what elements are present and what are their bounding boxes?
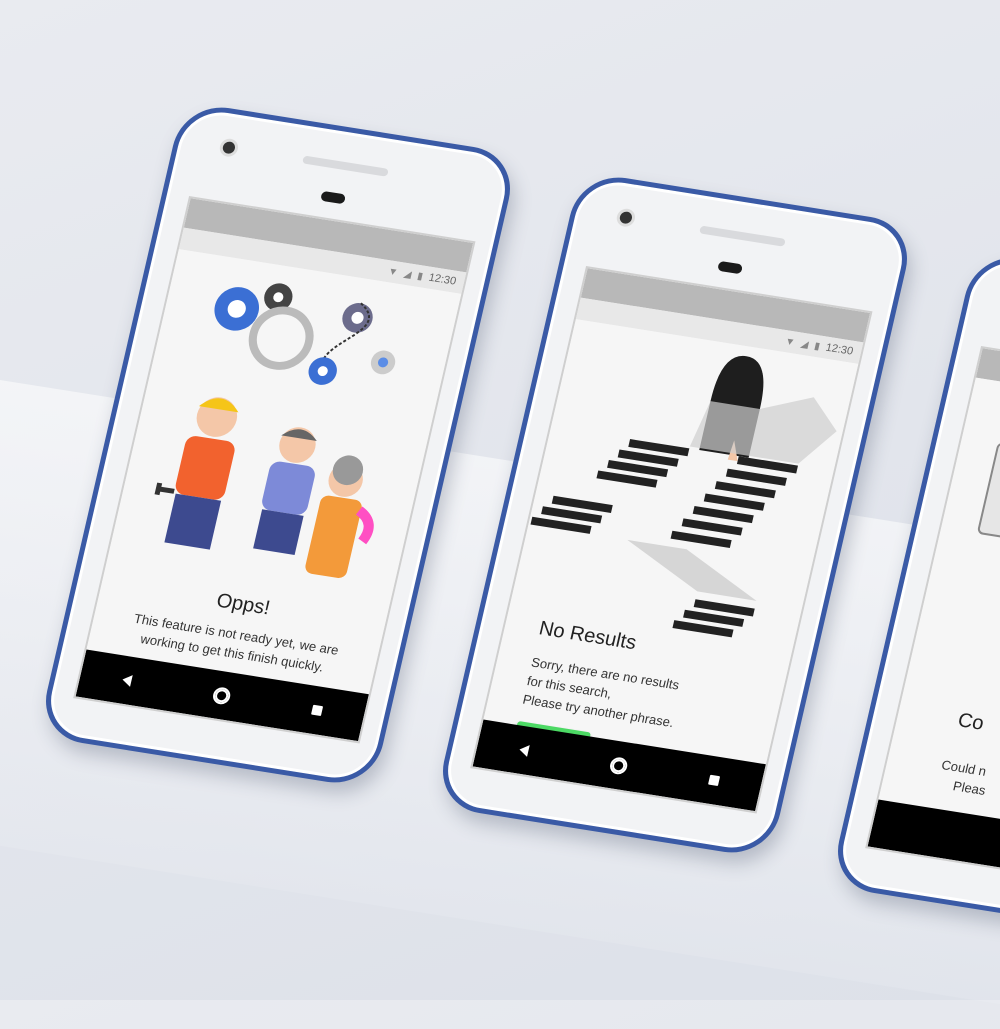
speaker-grille — [302, 155, 389, 177]
earpiece — [320, 190, 347, 205]
front-camera — [221, 140, 237, 155]
nav-home-icon[interactable] — [211, 685, 233, 705]
status-time: 12:30 — [427, 271, 458, 288]
partial-title: Co — [955, 709, 986, 735]
wifi-icon: ▼ — [386, 265, 400, 279]
workers-illustration — [154, 397, 374, 579]
nav-back-icon[interactable] — [120, 673, 133, 687]
stairs-illustration — [530, 356, 837, 638]
earpiece — [717, 260, 744, 275]
nav-back-icon[interactable] — [517, 743, 530, 757]
content-area: Co Could n Pleas — [878, 377, 1000, 845]
signal-icon: ◢ — [402, 268, 413, 281]
speaker-grille — [699, 225, 786, 247]
nav-recent-apps-icon[interactable] — [708, 774, 721, 787]
illustration-frame — [976, 441, 1000, 541]
wifi-icon: ▼ — [783, 335, 797, 349]
front-camera — [618, 210, 634, 225]
partial-message-line-2: Pleas — [951, 778, 988, 799]
nav-recent-apps-icon[interactable] — [311, 704, 324, 717]
signal-icon: ◢ — [799, 338, 810, 351]
content-area: No Results Sorry, there are no results f… — [483, 319, 859, 765]
gears-illustration — [214, 283, 396, 385]
content-area: Opps! This feature is not ready yet, we … — [86, 249, 462, 700]
battery-icon: ▮ — [813, 340, 822, 352]
status-time: 12:30 — [824, 341, 855, 358]
nav-home-icon[interactable] — [608, 755, 630, 775]
battery-icon: ▮ — [416, 270, 425, 282]
